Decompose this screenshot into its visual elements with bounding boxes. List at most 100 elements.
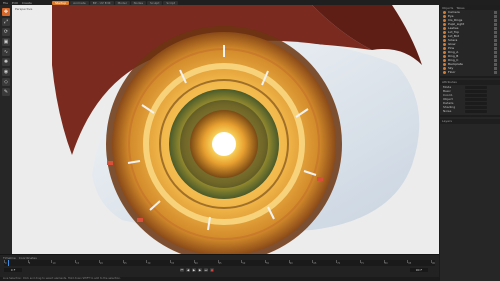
object-icon — [443, 10, 446, 14]
timeline-tick-label: 20 — [99, 262, 103, 265]
next-frame-button[interactable]: ▶ — [198, 268, 202, 272]
tag-icon[interactable] — [494, 50, 497, 54]
end-frame-field[interactable]: 90 F — [410, 268, 428, 272]
timeline-ruler[interactable]: 0 5 10 15 20 25 30 35 40 45 50 55 60 65 70 75 80 85 90 — [4, 260, 435, 266]
timeline-tick-label: 75 — [360, 262, 364, 265]
current-frame-field[interactable]: 0 F — [4, 268, 22, 272]
timeline-tick-label: 40 — [194, 262, 198, 265]
playhead[interactable] — [8, 260, 9, 266]
object-icon — [443, 26, 446, 30]
attribute-field[interactable] — [465, 101, 487, 105]
panel-tab[interactable]: Takes — [456, 6, 464, 10]
move-icon[interactable]: ✥ — [2, 8, 10, 16]
tag-icon[interactable] — [494, 34, 497, 38]
object-icon — [443, 62, 446, 66]
attribute-field[interactable] — [465, 105, 487, 109]
tag-icon[interactable] — [494, 26, 497, 30]
tag-icon[interactable] — [494, 18, 497, 22]
last-frame-button[interactable]: ⏭ — [204, 268, 208, 272]
timeline-tab[interactable]: Timeline — [3, 256, 16, 260]
mode-tab[interactable]: Model — [114, 0, 130, 5]
attribute-field[interactable] — [465, 93, 487, 97]
first-frame-button[interactable]: ⏮ — [180, 268, 184, 272]
menu-item[interactable]: Create — [22, 1, 32, 5]
object-icon — [443, 50, 446, 54]
tag-icon[interactable] — [494, 66, 497, 70]
left-toolbar: ✥ ⤢ ⟳ ▣ ∿ ✺ ◉ ◇ ✎ — [0, 5, 12, 254]
timeline-tick-label: 0 — [5, 262, 7, 265]
tag-icon[interactable] — [494, 54, 497, 58]
mode-tab[interactable]: Nodes — [130, 0, 147, 5]
record-button[interactable]: ● — [210, 268, 214, 272]
tag-icon[interactable] — [494, 38, 497, 42]
timeline-tick-label: 85 — [408, 262, 412, 265]
timeline-tick-label: 35 — [171, 262, 175, 265]
transport-controls: ⏮ ◀ ▶ ▶ ⏭ ● — [180, 268, 214, 272]
cube-icon[interactable]: ▣ — [2, 38, 10, 46]
object-icon — [443, 58, 446, 62]
eye-render — [12, 5, 439, 254]
object-list: Camera Eye Iris_Rings Pupil_Light Lashes Lid_… — [440, 10, 500, 74]
timeline-tick-label: 65 — [313, 262, 317, 265]
timeline-tick-label: 60 — [289, 262, 293, 265]
tag-icon[interactable] — [494, 70, 497, 74]
timeline-tick-label: 45 — [218, 262, 222, 265]
tag-icon[interactable] — [494, 46, 497, 50]
object-manager: Objects Takes Camera Eye Iris_Rings Pupil_Li… — [439, 5, 500, 281]
timeline-tick-label: 15 — [76, 262, 80, 265]
timeline-tick-label: 30 — [147, 262, 151, 265]
deformer-icon[interactable]: ◇ — [2, 78, 10, 86]
menu-item[interactable]: Edit — [12, 1, 18, 5]
object-icon — [443, 54, 446, 58]
tag-icon[interactable] — [494, 22, 497, 26]
timeline-tick-label: 10 — [52, 262, 56, 265]
scale-icon[interactable]: ⤢ — [2, 18, 10, 26]
prev-frame-button[interactable]: ◀ — [186, 268, 190, 272]
attribute-row: Noise — [440, 109, 500, 113]
timeline-tick-label: 70 — [337, 262, 341, 265]
timeline-tick-label: 5 — [28, 262, 31, 265]
brush-icon[interactable]: ✎ — [2, 88, 10, 96]
attribute-field[interactable] — [465, 85, 487, 89]
rotate-icon[interactable]: ⟳ — [2, 28, 10, 36]
mode-tab[interactable]: Sculpt — [147, 0, 163, 5]
camera-icon[interactable]: ◉ — [2, 68, 10, 76]
attribute-field[interactable] — [465, 97, 487, 101]
object-icon — [443, 42, 446, 46]
timeline-tab[interactable]: Coordinates — [19, 256, 37, 260]
object-icon — [443, 46, 446, 50]
attribute-field[interactable] — [465, 89, 487, 93]
tag-icon[interactable] — [494, 62, 497, 66]
timeline-tick-label: 50 — [242, 262, 246, 265]
object-icon — [443, 18, 446, 22]
object-row[interactable]: Floor — [440, 70, 500, 74]
attribute-field[interactable] — [465, 109, 487, 113]
viewport[interactable]: Perspective — [12, 5, 439, 254]
object-icon — [443, 34, 446, 38]
timeline-tick-label: 55 — [265, 262, 269, 265]
tag-icon[interactable] — [494, 14, 497, 18]
mode-tab[interactable]: Startup — [52, 0, 70, 5]
timeline: Timeline Coordinates 0 5 10 15 20 25 30 35 40 45 50… — [0, 254, 439, 281]
tag-icon[interactable] — [494, 10, 497, 14]
mode-tab[interactable]: BP - UV Edit — [89, 0, 114, 5]
spline-icon[interactable]: ∿ — [2, 48, 10, 56]
object-icon — [443, 38, 446, 42]
panel-tab[interactable]: Objects — [442, 6, 453, 10]
status-bar: Live Selection: Click and drag to select… — [0, 277, 439, 281]
tag-icon[interactable] — [494, 42, 497, 46]
tag-icon[interactable] — [494, 30, 497, 34]
layers-tab[interactable]: Layers — [440, 119, 500, 124]
light-icon[interactable]: ✺ — [2, 58, 10, 66]
menu-item[interactable]: File — [3, 1, 8, 5]
play-button[interactable]: ▶ — [192, 268, 196, 272]
object-icon — [443, 22, 446, 26]
divider — [440, 115, 500, 117]
mode-tab[interactable]: Script — [163, 0, 179, 5]
object-icon — [443, 30, 446, 34]
attribute-list: Mode Basic Coord. Object Details Shading Noise — [440, 85, 500, 113]
object-name: Floor — [448, 70, 456, 74]
mode-tab[interactable]: Animate — [70, 0, 89, 5]
tag-icon[interactable] — [494, 58, 497, 62]
object-icon — [443, 70, 446, 74]
